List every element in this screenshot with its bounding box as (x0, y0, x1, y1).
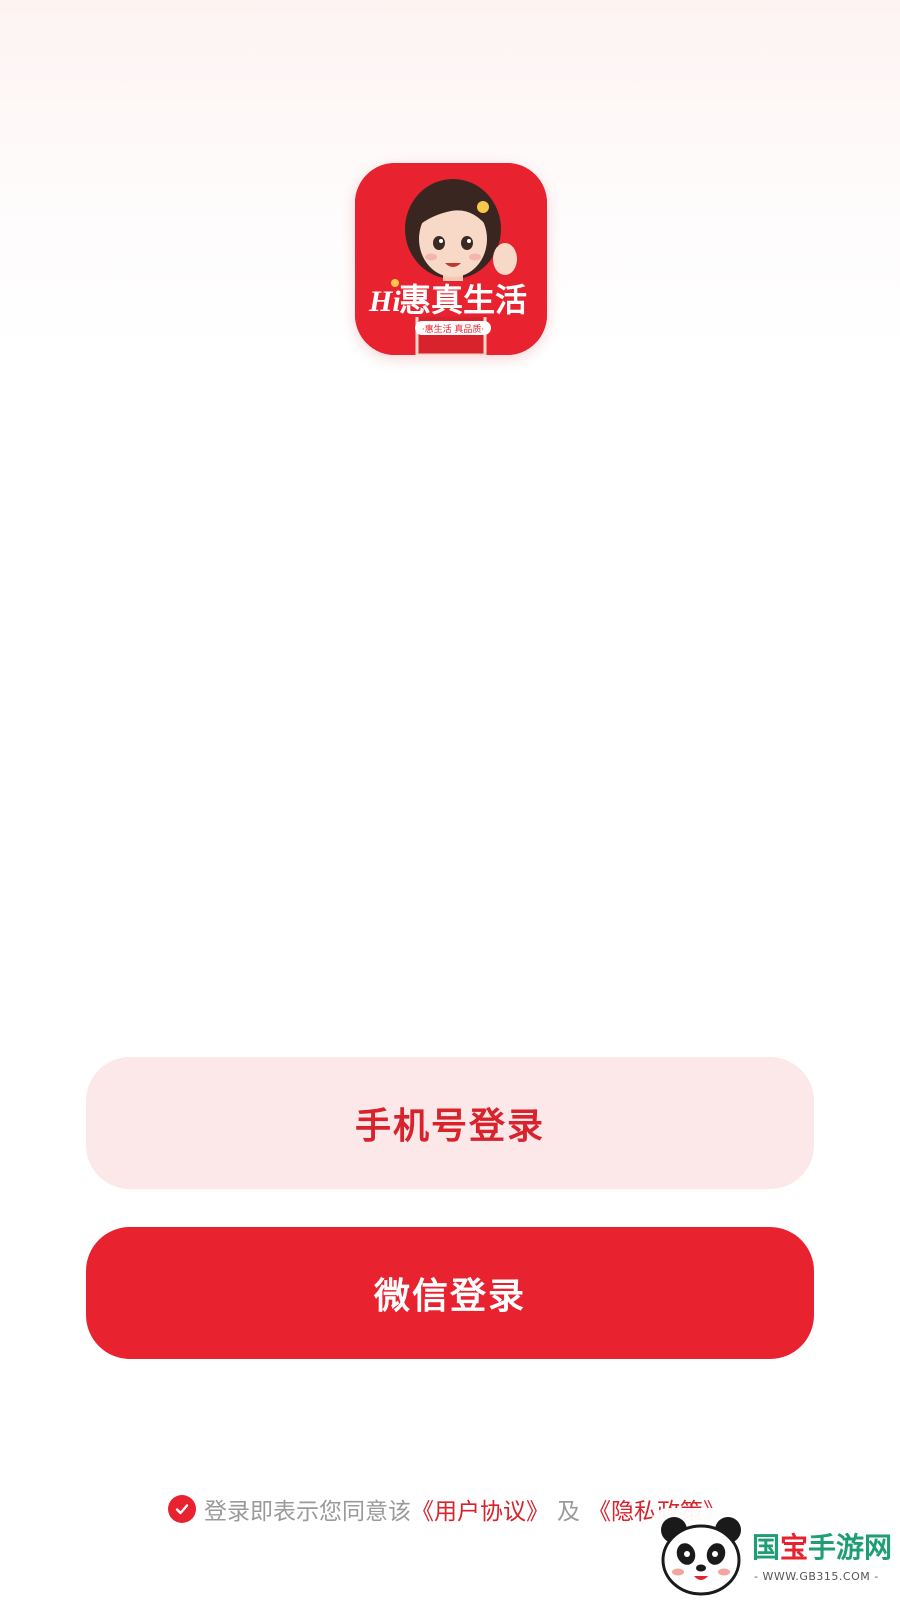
svg-text:惠真生活: 惠真生活 (399, 281, 527, 319)
phone-login-button[interactable]: 手机号登录 (86, 1057, 814, 1189)
wechat-login-button[interactable]: 微信登录 (86, 1227, 814, 1359)
wechat-login-label: 微信登录 (373, 1276, 526, 1317)
agreement-checkbox[interactable] (168, 1495, 196, 1523)
watermark-title-part1: 国 (752, 1531, 781, 1564)
svg-text:·惠生活 真品质·: ·惠生活 真品质· (422, 323, 485, 335)
phone-login-label: 手机号登录 (354, 1106, 545, 1147)
watermark-url: - WWW.GB315.COM - (754, 1570, 879, 1583)
agreement-prefix: 登录即表示您同意该 (204, 1499, 411, 1525)
app-logo: Hi 惠真生活 ·惠生活 真品质· (355, 163, 547, 355)
panda-logo-icon (661, 1517, 741, 1596)
watermark-title: 国宝手游网 (752, 1526, 892, 1566)
svg-text:Hi: Hi (368, 285, 401, 318)
watermark-title-part3: 手游网 (808, 1531, 893, 1564)
agreement-row: 登录即表示您同意该 《用户协议》 及 《隐私政策》 (168, 1492, 726, 1526)
watermark-title-part2: 宝 (780, 1531, 809, 1564)
user-agreement-link[interactable]: 《用户协议》 (411, 1492, 549, 1526)
app-logo-image: Hi 惠真生活 ·惠生活 真品质· (355, 163, 547, 355)
watermark: 国宝手游网 - WWW.GB315.COM - (650, 1508, 900, 1600)
agreement-and: 及 (557, 1499, 580, 1525)
checkmark-icon (175, 1504, 189, 1515)
